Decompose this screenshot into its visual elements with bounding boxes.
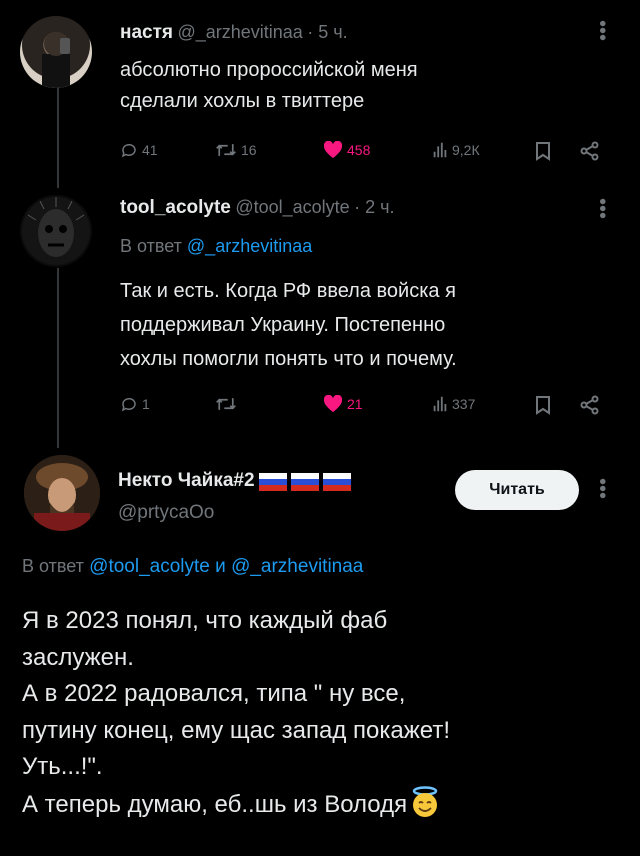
author-name[interactable]: tool_acolyte — [120, 197, 231, 218]
tweet-text: Так и есть. Когда РФ ввела войска я подд… — [120, 274, 457, 376]
like-count: 21 — [347, 396, 363, 412]
author-handle[interactable]: @prtycaOo — [118, 502, 214, 524]
author-name[interactable]: настя — [120, 22, 173, 43]
like-button[interactable]: 21 — [323, 395, 363, 413]
more-options-icon[interactable]: ••• — [591, 198, 613, 219]
share-button[interactable] — [580, 141, 600, 161]
views-button[interactable]: 9,2К — [432, 141, 480, 159]
russia-flag-icon — [322, 472, 351, 491]
smiling-face-with-halo-emoji — [412, 785, 438, 817]
views-icon — [433, 396, 447, 412]
russia-flag-icon — [258, 472, 287, 491]
timestamp[interactable]: · 5 ч. — [307, 22, 347, 42]
more-options-icon[interactable]: ••• — [591, 20, 613, 41]
bookmark-button[interactable] — [535, 395, 551, 415]
tweet-text-line: А в 2022 радовался, типа " ну все, — [22, 680, 406, 707]
bookmark-icon — [536, 396, 550, 415]
author-name[interactable]: Некто Чайка#2 — [118, 470, 255, 491]
share-icon — [580, 395, 599, 415]
retweet-button[interactable] — [215, 395, 241, 413]
reply-mention-link[interactable]: @tool_acolyte — [89, 556, 210, 577]
tweet-text-line: А теперь думаю, еб..шь из Володя — [22, 790, 408, 818]
reply-context: В ответ @_arzhevitinaa — [120, 236, 312, 257]
more-options-icon[interactable]: ••• — [591, 478, 613, 499]
reply-button[interactable]: 41 — [120, 141, 158, 159]
reply-conjunction: и — [215, 556, 226, 577]
author-handle[interactable]: @_arzhevitinaa — [177, 22, 302, 42]
like-button[interactable]: 458 — [323, 141, 370, 159]
retweet-icon — [216, 398, 236, 410]
tweet-text-line: поддерживал Украину. Постепенно — [120, 314, 446, 336]
heart-icon — [323, 141, 343, 159]
reply-mention-link[interactable]: @_arzhevitinaa — [231, 556, 363, 577]
reply-prefix: В ответ — [22, 556, 84, 576]
avatar[interactable] — [24, 455, 100, 531]
reply-count: 41 — [142, 142, 158, 158]
follow-button[interactable]: Читать — [455, 470, 579, 510]
avatar[interactable] — [20, 16, 92, 88]
share-icon — [580, 141, 599, 161]
tweet-text-line: Так и есть. Когда РФ ввела войска я — [120, 280, 456, 302]
russia-flag-icon — [290, 472, 319, 491]
tweet-text-line: Уть...!". — [22, 753, 103, 780]
thread-line — [57, 86, 59, 188]
tweet-text-line: сделали хохлы в твиттере — [120, 90, 365, 112]
reply-mention-link[interactable]: @_arzhevitinaa — [187, 236, 312, 256]
retweet-button[interactable]: 16 — [215, 141, 257, 159]
bookmark-button[interactable] — [535, 141, 551, 161]
tweet-text: абсолютно пророссийской меня сделали хох… — [120, 55, 418, 117]
like-count: 458 — [347, 142, 371, 158]
avatar[interactable] — [20, 195, 92, 267]
tweet-text-line: заслужен. — [22, 643, 134, 671]
reply-prefix: В ответ — [120, 236, 182, 256]
tweet-text-line: абсолютно пророссийской меня — [120, 59, 418, 81]
timestamp[interactable]: · 2 ч. — [354, 197, 394, 217]
heart-icon — [323, 395, 343, 413]
share-button[interactable] — [580, 395, 600, 415]
tweet-text-line: Я в 2023 понял, что каждый фаб — [22, 607, 388, 634]
reply-icon — [121, 143, 136, 158]
views-button[interactable]: 337 — [432, 395, 475, 413]
views-count: 9,2К — [452, 142, 480, 158]
bookmark-icon — [536, 142, 550, 161]
retweet-icon — [216, 144, 236, 156]
reply-count: 1 — [142, 396, 150, 412]
retweet-count: 16 — [241, 142, 257, 158]
tweet-text-line: хохлы помогли понять что и почему. — [120, 348, 457, 370]
thread-line — [57, 268, 59, 448]
reply-context: В ответ @tool_acolyte и @_arzhevitinaa — [22, 556, 363, 578]
action-bar: 41 16 458 9,2К — [120, 141, 620, 165]
tweet-text-line: путину конец, ему щас запад покажет! — [22, 716, 451, 744]
author-handle[interactable]: @tool_acolyte — [235, 197, 349, 217]
views-icon — [433, 142, 447, 158]
action-bar: 1 21 337 — [120, 395, 620, 419]
views-count: 337 — [452, 396, 476, 412]
tweet-text: Я в 2023 понял, что каждый фаб заслужен.… — [22, 603, 622, 823]
reply-icon — [121, 397, 136, 412]
reply-button[interactable]: 1 — [120, 395, 150, 413]
